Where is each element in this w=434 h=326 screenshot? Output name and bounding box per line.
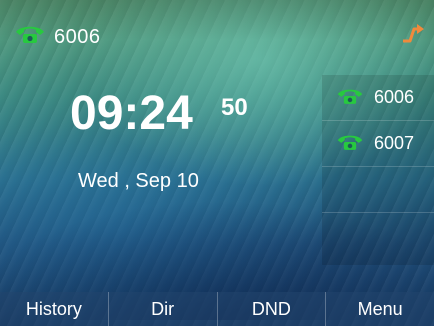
phone-icon: [336, 132, 364, 157]
line-key-6007[interactable]: 6007: [322, 121, 434, 167]
history-softkey[interactable]: History: [0, 292, 109, 326]
line-key-6006[interactable]: 6006: [322, 75, 434, 121]
line-key-label: 6007: [374, 133, 415, 153]
directory-softkey[interactable]: Dir: [109, 292, 218, 326]
phone-icon: [336, 86, 364, 111]
call-forward-icon: [400, 23, 426, 50]
line-key-empty[interactable]: [322, 213, 434, 258]
menu-softkey[interactable]: Menu: [326, 292, 434, 326]
line-keys-panel: 6006 6007: [322, 75, 434, 265]
phone-home-screen: 6006 09:24 50 Wed , Sep 10 6006 6007 His…: [0, 0, 434, 326]
dnd-softkey[interactable]: DND: [218, 292, 327, 326]
phone-icon: [14, 23, 46, 45]
line-key-empty[interactable]: [322, 167, 434, 213]
clock-date: Wed , Sep 10: [78, 170, 199, 192]
clock-seconds: 50: [221, 94, 248, 121]
softkey-bar: History Dir DND Menu: [0, 292, 434, 326]
clock-time: 09:24: [70, 87, 193, 140]
status-bar: 6006: [0, 0, 434, 48]
line-key-label: 6006: [374, 87, 415, 107]
account-label[interactable]: 6006: [54, 26, 101, 49]
